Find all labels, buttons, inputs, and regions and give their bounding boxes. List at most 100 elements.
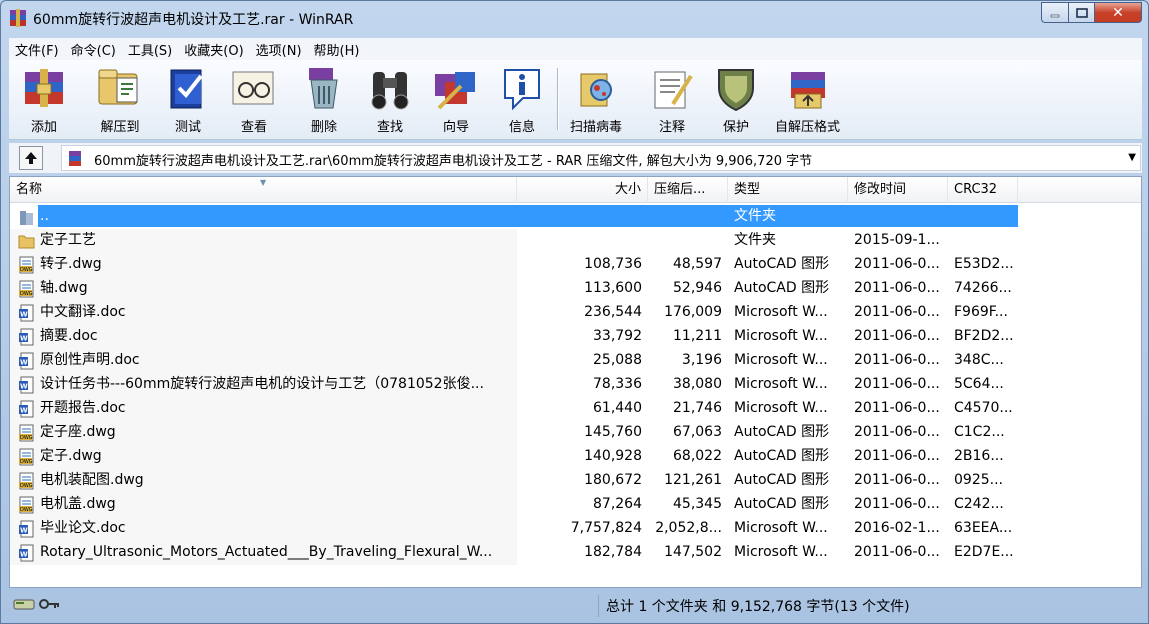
title-bar[interactable]: 60mm旋转行波超声电机设计及工艺.rar - WinRAR ✕ (1, 1, 1148, 35)
find-button[interactable]: 查找 (365, 64, 415, 136)
file-row[interactable]: W 开题报告.doc 61,440 21,746 Microsoft W... 2011-… (10, 397, 1141, 421)
maximize-icon (1075, 7, 1088, 18)
file-row[interactable]: W 毕业论文.doc 7,757,824 2,052,8... Microsoft W.… (10, 517, 1141, 541)
file-crc32 (954, 229, 1020, 253)
file-row[interactable]: 定子工艺 文件夹 2015-09-1... (10, 229, 1141, 253)
file-name: 设计任务书---60mm旋转行波超声电机的设计与工艺（0781052张俊... (40, 376, 484, 392)
file-row[interactable]: DWG 电机装配图.dwg 180,672 121,261 AutoCAD 图形 2011… (10, 469, 1141, 493)
file-crc32: 63EEA... (954, 520, 1013, 536)
file-modified: 2011-06-0... (854, 496, 940, 512)
file-name: .. (40, 208, 49, 224)
minimize-button[interactable] (1041, 2, 1068, 23)
file-modified: 2011-06-0... (854, 256, 940, 272)
add-archive-icon (19, 64, 69, 112)
file-modified: 2011-06-0... (854, 376, 940, 392)
drive-icon[interactable] (13, 597, 35, 615)
file-type: Microsoft W... (734, 304, 828, 320)
file-type: AutoCAD 图形 (734, 280, 830, 296)
address-combobox[interactable]: 60mm旋转行波超声电机设计及工艺.rar\60mm旋转行波超声电机设计及工艺 … (61, 145, 1141, 171)
file-row[interactable]: DWG 电机盖.dwg 87,264 45,345 AutoCAD 图形 2011-06-… (10, 493, 1141, 517)
column-header-modified[interactable]: 修改时间 (848, 177, 948, 203)
virus-scan-button[interactable]: 扫描病毒 (570, 64, 622, 136)
svg-text:DWG: DWG (20, 483, 33, 489)
file-row[interactable]: DWG 定子座.dwg 145,760 67,063 AutoCAD 图形 2011-06… (10, 421, 1141, 445)
file-modified: 2011-06-0... (854, 328, 940, 344)
file-row[interactable]: W Rotary_Ultrasonic_Motors_Actuated___By_… (10, 541, 1141, 565)
menu-help[interactable]: 帮助(H) (308, 40, 366, 59)
word-doc-icon: W (18, 520, 35, 538)
status-divider (598, 595, 599, 617)
dropdown-arrow-icon[interactable]: ▼ (1128, 152, 1136, 163)
file-list[interactable]: ▼ 名称 大小 压缩后... 类型 修改时间 CRC32 .. 文件夹 定子工艺 文件… (9, 176, 1142, 588)
wizard-button[interactable]: 向导 (431, 64, 481, 136)
file-type: Microsoft W... (734, 520, 828, 536)
file-crc32: 348C... (954, 352, 1004, 368)
file-name: 定子工艺 (40, 232, 96, 248)
delete-button[interactable]: 删除 (299, 64, 349, 136)
file-packed-size: 21,746 (673, 400, 722, 416)
file-row[interactable]: W 摘要.doc 33,792 11,211 Microsoft W... 2011-06… (10, 325, 1141, 349)
protect-shield-icon (711, 64, 761, 112)
key-lock-icon[interactable] (39, 597, 61, 615)
menu-favorites[interactable]: 收藏夹(O) (178, 40, 249, 59)
info-icon (497, 64, 547, 112)
file-type: AutoCAD 图形 (734, 424, 830, 440)
word-doc-icon: W (18, 376, 35, 394)
sfx-button[interactable]: 自解压格式 (775, 64, 840, 136)
file-name: 转子.dwg (40, 256, 102, 272)
file-modified: 2011-06-0... (854, 400, 940, 416)
test-button[interactable]: 测试 (163, 64, 213, 136)
word-doc-icon: W (18, 400, 35, 418)
file-crc32: 5C64... (954, 376, 1004, 392)
dwg-file-icon: DWG (18, 256, 35, 274)
file-name: 定子座.dwg (40, 424, 116, 440)
menu-file[interactable]: 文件(F) (9, 40, 65, 59)
file-row[interactable]: W 中文翻译.doc 236,544 176,009 Microsoft W... 201… (10, 301, 1141, 325)
file-packed-size: 121,261 (664, 472, 722, 488)
menu-bar: 文件(F) 命令(C) 工具(S) 收藏夹(O) 选项(N) 帮助(H) (9, 38, 1142, 60)
menu-commands[interactable]: 命令(C) (65, 40, 122, 59)
winrar-window: 60mm旋转行波超声电机设计及工艺.rar - WinRAR ✕ 文件(F) 命… (0, 0, 1149, 624)
file-size: 108,736 (584, 256, 642, 272)
file-name: 毕业论文.doc (40, 520, 126, 536)
file-packed-size: 68,022 (673, 448, 722, 464)
menu-options[interactable]: 选项(N) (250, 40, 308, 59)
test-icon (163, 64, 213, 112)
svg-text:DWG: DWG (20, 267, 33, 273)
file-packed-size: 2,052,8... (655, 520, 722, 536)
file-packed-size: 48,597 (673, 256, 722, 272)
info-button[interactable]: 信息 (497, 64, 547, 136)
comment-icon (647, 64, 697, 112)
file-modified: 2011-06-0... (854, 424, 940, 440)
status-summary: 总计 1 个文件夹 和 9,152,768 字节(13 个文件) (606, 599, 910, 615)
column-header-size[interactable]: 大小 (517, 177, 648, 203)
close-button[interactable]: ✕ (1094, 2, 1142, 23)
file-row[interactable]: DWG 转子.dwg 108,736 48,597 AutoCAD 图形 2011-06-… (10, 253, 1141, 277)
view-button[interactable]: 查看 (229, 64, 279, 136)
maximize-button[interactable] (1068, 2, 1094, 23)
protect-button[interactable]: 保护 (711, 64, 761, 136)
column-header-packed[interactable]: 压缩后... (648, 177, 728, 203)
file-type: Microsoft W... (734, 328, 828, 344)
file-modified: 2011-06-0... (854, 352, 940, 368)
list-header: ▼ 名称 大小 压缩后... 类型 修改时间 CRC32 (10, 177, 1141, 203)
file-row[interactable]: DWG 定子.dwg 140,928 68,022 AutoCAD 图形 2011-06-… (10, 445, 1141, 469)
file-row[interactable]: W 原创性声明.doc 25,088 3,196 Microsoft W... 2011-… (10, 349, 1141, 373)
file-crc32: C242... (954, 496, 1004, 512)
file-row[interactable]: .. 文件夹 (10, 205, 1141, 229)
virus-scan-icon (571, 64, 621, 112)
column-header-type[interactable]: 类型 (728, 177, 848, 203)
comment-button[interactable]: 注释 (647, 64, 697, 136)
file-row[interactable]: DWG 轴.dwg 113,600 52,946 AutoCAD 图形 2011-06-0… (10, 277, 1141, 301)
menu-tools[interactable]: 工具(S) (122, 40, 178, 59)
extract-to-button[interactable]: 解压到 (95, 64, 145, 136)
file-modified: 2011-06-0... (854, 472, 940, 488)
column-header-name[interactable]: 名称 (10, 177, 517, 203)
column-header-crc32[interactable]: CRC32 (948, 177, 1018, 203)
file-row[interactable]: W 设计任务书---60mm旋转行波超声电机的设计与工艺（0781052张俊...… (10, 373, 1141, 397)
delete-icon (299, 64, 349, 112)
add-button[interactable]: 添加 (19, 64, 69, 136)
svg-text:W: W (20, 359, 28, 367)
up-one-level-button[interactable] (19, 146, 43, 170)
window-title: 60mm旋转行波超声电机设计及工艺.rar - WinRAR (33, 12, 354, 28)
